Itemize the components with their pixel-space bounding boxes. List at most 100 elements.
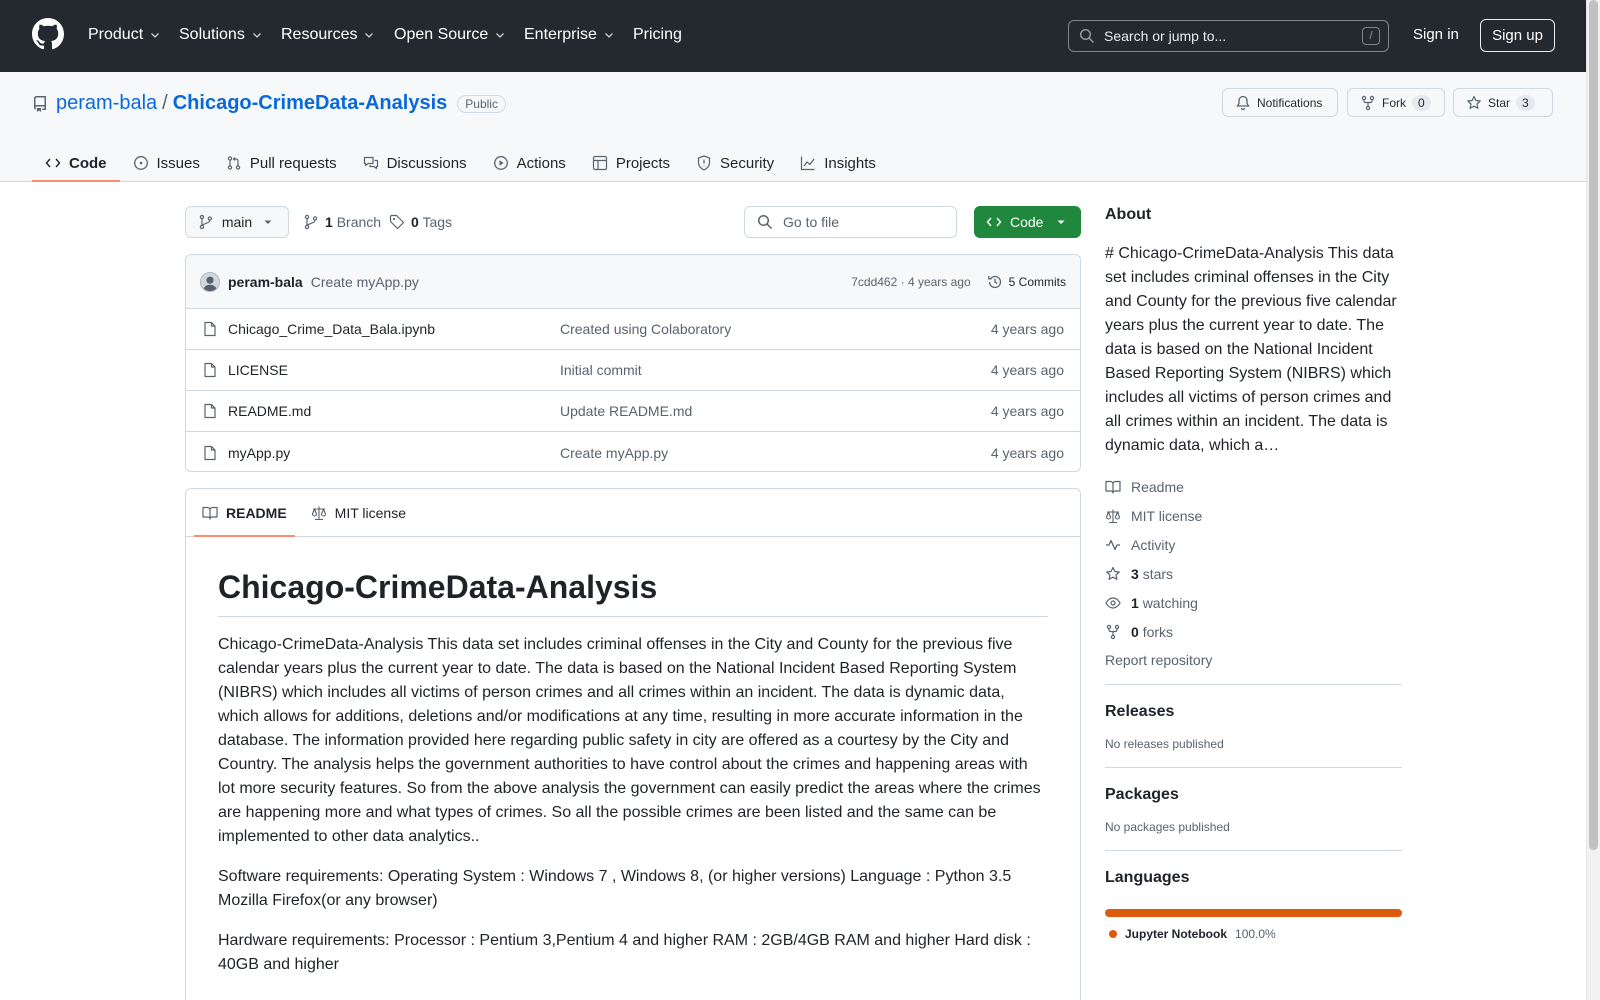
repo-owner-link[interactable]: peram-bala (56, 92, 157, 115)
packages-heading[interactable]: Packages (1105, 786, 1402, 804)
file-row[interactable]: Chicago_Crime_Data_Bala.ipynb Created us… (186, 309, 1080, 350)
forks-count: 0 (1131, 623, 1139, 640)
chevron-down-icon (496, 33, 505, 38)
stars-label: stars (1142, 565, 1174, 582)
commit-meta: 7cdd462 · 4 years ago 5 Commits (851, 255, 1066, 309)
branch-name: main (221, 214, 253, 230)
tab-license-label: MIT license (334, 504, 406, 521)
github-logo-icon[interactable] (32, 18, 64, 50)
tab-actions[interactable]: Actions (480, 144, 579, 182)
file-commit-message[interactable]: Create myApp.py (560, 445, 668, 461)
scrollbar-thumb[interactable] (1589, 0, 1598, 850)
nav-resources[interactable]: Resources (281, 24, 375, 46)
nav-open-source[interactable]: Open Source (394, 24, 506, 46)
file-row[interactable]: README.md Update README.md 4 years ago (186, 391, 1080, 432)
branch-label: Branch (336, 214, 382, 230)
branch-selector[interactable]: main (185, 206, 289, 238)
tag-count: 0 (411, 214, 419, 230)
commits-history-link[interactable]: 5 Commits (987, 274, 1066, 290)
code-button[interactable]: Code (974, 206, 1081, 238)
file-commit-message[interactable]: Update README.md (560, 403, 692, 419)
language-name: Jupyter Notebook (1125, 927, 1228, 941)
readme-paragraph: Software requirements: Operating System … (218, 868, 1012, 909)
notifications-button[interactable]: Notifications (1222, 88, 1338, 117)
sign-in-link[interactable]: Sign in (1413, 26, 1459, 43)
avatar[interactable] (200, 271, 220, 292)
tab-pull-requests[interactable]: Pull requests (213, 144, 350, 182)
fork-count: 0 (1412, 94, 1431, 111)
play-icon (493, 156, 508, 170)
tab-code[interactable]: Code (32, 144, 120, 182)
tab-insights[interactable]: Insights (787, 144, 889, 182)
page-scrollbar[interactable] (1586, 0, 1600, 1000)
languages-section: Languages Jupyter Notebook 100.0% (1105, 850, 1402, 941)
file-commit-message[interactable]: Initial commit (560, 362, 642, 378)
branches-link[interactable]: 1 Branch (303, 214, 381, 230)
file-row[interactable]: LICENSE Initial commit 4 years ago (186, 350, 1080, 391)
commit-hash-age[interactable]: 7cdd462 · 4 years ago (851, 275, 970, 289)
tab-readme-label: README (226, 504, 287, 521)
file-name-link[interactable]: README.md (228, 403, 560, 419)
repo-name-link[interactable]: Chicago-CrimeData-Analysis (173, 92, 448, 115)
activity-link[interactable]: Activity (1105, 530, 1402, 559)
commit-author-link[interactable]: peram-bala (228, 274, 303, 290)
file-row[interactable]: myApp.py Create myApp.py 4 years ago (186, 432, 1080, 471)
releases-heading[interactable]: Releases (1105, 703, 1402, 721)
language-item[interactable]: Jupyter Notebook 100.0% (1105, 927, 1402, 941)
search-icon (1079, 28, 1095, 44)
nav-solutions[interactable]: Solutions (179, 24, 263, 46)
law-icon (1105, 509, 1121, 523)
file-commit-message[interactable]: Created using Colaboratory (560, 321, 731, 337)
stars-count: 3 (1131, 565, 1139, 582)
tab-license[interactable]: MIT license (303, 489, 414, 537)
sign-up-button[interactable]: Sign up (1480, 19, 1555, 52)
nav-product[interactable]: Product (88, 24, 161, 46)
nav-label: Enterprise (524, 26, 597, 43)
visibility-badge: Public (457, 94, 506, 113)
readme-paragraph: Chicago-CrimeData-Analysis This data set… (218, 636, 1041, 845)
forks-link[interactable]: 0 forks (1105, 617, 1402, 646)
file-icon (204, 362, 216, 378)
fork-button[interactable]: Fork 0 (1347, 88, 1445, 117)
tab-label: Projects (615, 154, 670, 172)
watching-link[interactable]: 1 watching (1105, 588, 1402, 617)
stars-link[interactable]: 3 stars (1105, 559, 1402, 588)
tab-readme[interactable]: README (194, 489, 295, 537)
file-name-link[interactable]: Chicago_Crime_Data_Bala.ipynb (228, 321, 560, 337)
license-link-label: MIT license (1131, 507, 1203, 524)
branch-count: 1 (325, 214, 333, 230)
nav-enterprise[interactable]: Enterprise (524, 24, 615, 46)
nav-pricing[interactable]: Pricing (633, 24, 682, 46)
tag-label: Tags (422, 214, 453, 230)
tab-security[interactable]: Security (683, 144, 787, 182)
pulse-icon (1106, 539, 1120, 550)
tags-link[interactable]: 0 Tags (389, 214, 452, 230)
tab-discussions[interactable]: Discussions (350, 144, 480, 182)
file-age: 4 years ago (990, 321, 1064, 337)
commits-count-label: 5 Commits (1008, 275, 1066, 289)
releases-empty-text: No releases published (1105, 737, 1224, 751)
repo-sidebar: About # Chicago-CrimeData-Analysis This … (1105, 206, 1402, 941)
notifications-label: Notifications (1257, 95, 1323, 110)
nav-label: Pricing (633, 26, 682, 43)
watching-label: watching (1142, 594, 1198, 611)
commit-message-link[interactable]: Create myApp.py (311, 274, 419, 290)
report-repository-link[interactable]: Report repository (1105, 652, 1402, 668)
license-link[interactable]: MIT license (1105, 501, 1402, 530)
file-name-link[interactable]: LICENSE (228, 362, 560, 378)
search-shortcut-key: / (1362, 27, 1380, 45)
tab-projects[interactable]: Projects (579, 144, 683, 182)
readme-link[interactable]: Readme (1105, 472, 1402, 501)
nav-label: Solutions (179, 26, 245, 43)
shield-icon (697, 155, 711, 171)
packages-empty-text: No packages published (1105, 820, 1230, 834)
pull-request-icon (227, 156, 241, 170)
tab-issues[interactable]: Issues (120, 144, 213, 182)
go-to-file-input[interactable]: Go to file (744, 206, 957, 238)
star-button[interactable]: Star 3 (1453, 88, 1553, 117)
search-input[interactable]: Search or jump to... / (1068, 20, 1389, 52)
repo-icon (33, 95, 46, 112)
nav-label: Resources (281, 26, 358, 43)
nav-label: Product (88, 26, 144, 43)
file-name-link[interactable]: myApp.py (228, 445, 560, 461)
